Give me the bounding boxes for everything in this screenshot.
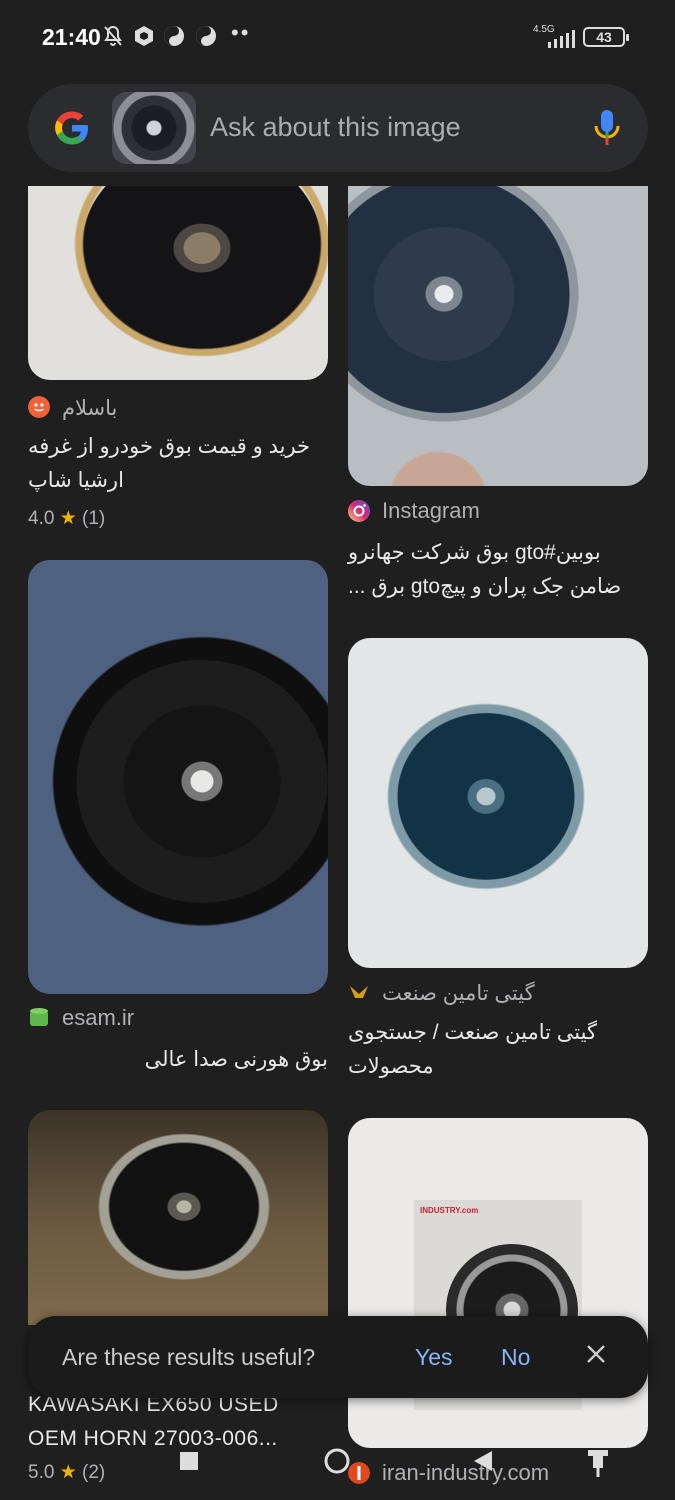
google-logo-icon (55, 111, 88, 145)
star-icon: ★ (59, 1462, 77, 1483)
basalam-logo-icon (28, 396, 50, 418)
result-title[interactable]: بوبین#gto بوق شرکت جهانرو ضامن جک پران و… (348, 536, 648, 604)
microphone-icon[interactable] (594, 108, 620, 148)
result-rating: 5.0 ★ (2) (28, 1461, 105, 1484)
review-count: (2) (82, 1462, 106, 1483)
result-title[interactable]: خرید و قیمت بوق خودرو از غرفه ارشیا شاپ (28, 430, 328, 498)
result-title[interactable]: بوق هورنی صدا عالی (28, 1043, 328, 1077)
esam-logo-icon (30, 1008, 48, 1026)
result-rating: 4.0 ★ (1) (28, 507, 105, 530)
result-image[interactable] (348, 638, 648, 968)
pin-icon[interactable] (586, 1448, 610, 1478)
battery-icon: 43 (583, 27, 629, 47)
feedback-no-button[interactable]: No (501, 1344, 530, 1371)
result-image[interactable]: INDUSTRY.com (348, 1118, 648, 1448)
back-button[interactable] (470, 1448, 496, 1474)
result-image[interactable] (28, 1110, 328, 1325)
result-title[interactable]: KAWASAKI EX650 USED OEM HORN 27003-006..… (28, 1388, 328, 1456)
feedback-snackbar: Are these results useful? Yes No (28, 1316, 648, 1398)
star-icon: ★ (59, 508, 77, 529)
result-source[interactable]: گیتی تامین صنعت (382, 981, 535, 1006)
feedback-yes-button[interactable]: Yes (415, 1344, 453, 1371)
result-source[interactable]: Instagram (382, 498, 480, 524)
rating-value: 5.0 (28, 1462, 55, 1483)
hexagon-icon (135, 26, 153, 46)
close-icon[interactable] (584, 1342, 608, 1366)
feedback-question: Are these results useful? (62, 1344, 316, 1370)
search-input[interactable]: Ask about this image (210, 112, 461, 143)
more-notifications-icon: •• (231, 20, 251, 45)
status-bar: 21:40 •• 4.5G 43 (0, 0, 675, 76)
clock: 21:40 (42, 24, 101, 50)
rating-value: 4.0 (28, 508, 55, 529)
result-image[interactable] (28, 560, 328, 994)
result-source[interactable]: iran-industry.com (382, 1460, 549, 1486)
home-button[interactable] (322, 1446, 352, 1476)
search-bar[interactable]: Ask about this image (28, 84, 648, 172)
result-title[interactable]: گیتی تامین صنعت / جستجوی محصولات (348, 1016, 648, 1084)
app-icon (196, 26, 216, 46)
image-logo-text: INDUSTRY.com (420, 1206, 479, 1215)
query-image-thumbnail[interactable] (112, 92, 196, 164)
result-image[interactable] (348, 186, 648, 486)
signal-icon (548, 30, 575, 48)
app-icon (164, 26, 184, 46)
result-source[interactable]: باسلام (62, 396, 117, 421)
result-source[interactable]: esam.ir (62, 1005, 134, 1031)
result-image[interactable] (28, 186, 328, 380)
instagram-logo-icon (348, 500, 370, 522)
review-count: (1) (82, 508, 106, 529)
giti-logo-icon (350, 986, 368, 998)
recent-apps-button[interactable] (178, 1450, 200, 1472)
bell-off-icon (104, 25, 122, 46)
